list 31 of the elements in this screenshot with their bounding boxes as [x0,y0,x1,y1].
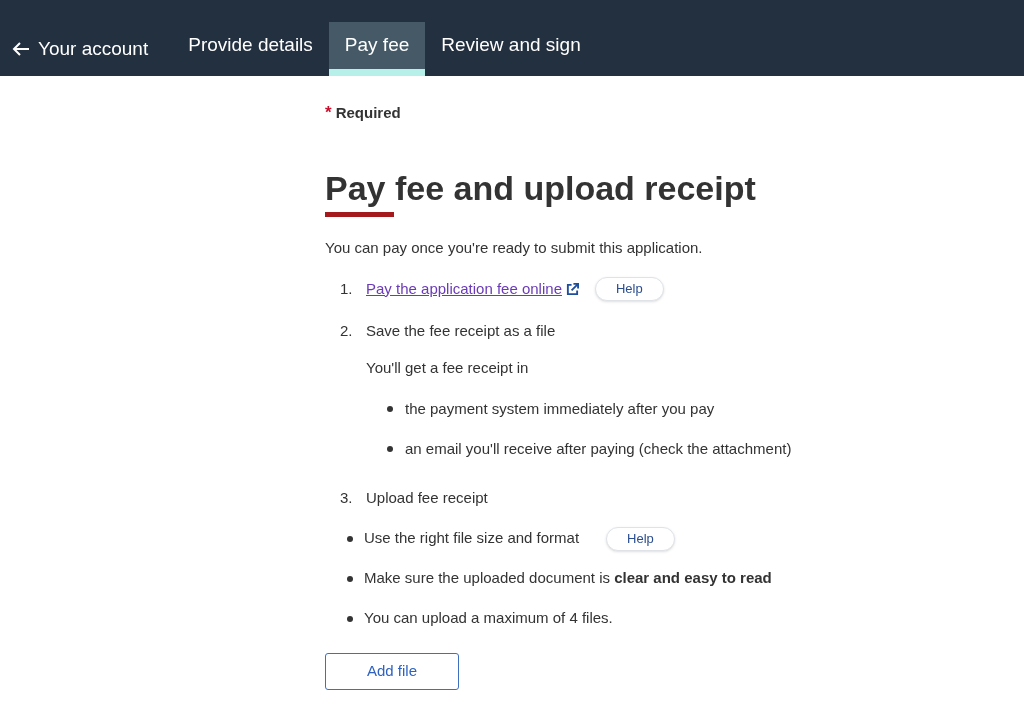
bullet-text: the payment system immediately after you pay [405,398,715,419]
pay-fee-link[interactable]: Pay the application fee online [366,277,562,301]
step-tab[interactable]: Pay fee [328,22,426,76]
requirement-text: Use the right file size and format [364,528,580,549]
heading-underline [325,211,394,217]
help-button[interactable]: Help [595,277,664,301]
add-file-button[interactable]: Add file [325,652,459,690]
bullet-icon [347,575,353,582]
step-text: Upload fee receipt [366,488,488,509]
back-arrow-icon [12,41,30,57]
step-note: You'll get a fee receipt in [366,358,530,378]
requirement-text: You can upload a maximum of 4 files. [364,608,613,629]
step-number: 3. [340,488,354,509]
step-number: 1. [340,278,354,299]
required-asterisk: * [325,102,332,124]
page-heading: Pay fee and upload receipt [325,167,757,208]
step-number: 2. [340,320,354,341]
step-tab[interactable]: Review and sign [425,22,597,76]
step-text: Save the fee receipt as a file [366,320,556,341]
bullet-icon [347,615,353,622]
step-tab[interactable]: Provide details [172,22,329,76]
bullet-icon [387,405,393,412]
back-link[interactable]: Your account [0,22,173,76]
required-label: Required [335,103,401,123]
requirement-text: Make sure the uploaded document is clear and easy to read [364,568,772,589]
intro-text: You can pay once you're ready to submit this application. [325,237,704,258]
bullet-icon [347,535,353,542]
external-link-icon [566,282,579,296]
bullet-text: an email you'll receive after paying (check the attachment) [405,439,792,459]
help-button[interactable]: Help [606,526,675,551]
bullet-icon [387,446,393,453]
